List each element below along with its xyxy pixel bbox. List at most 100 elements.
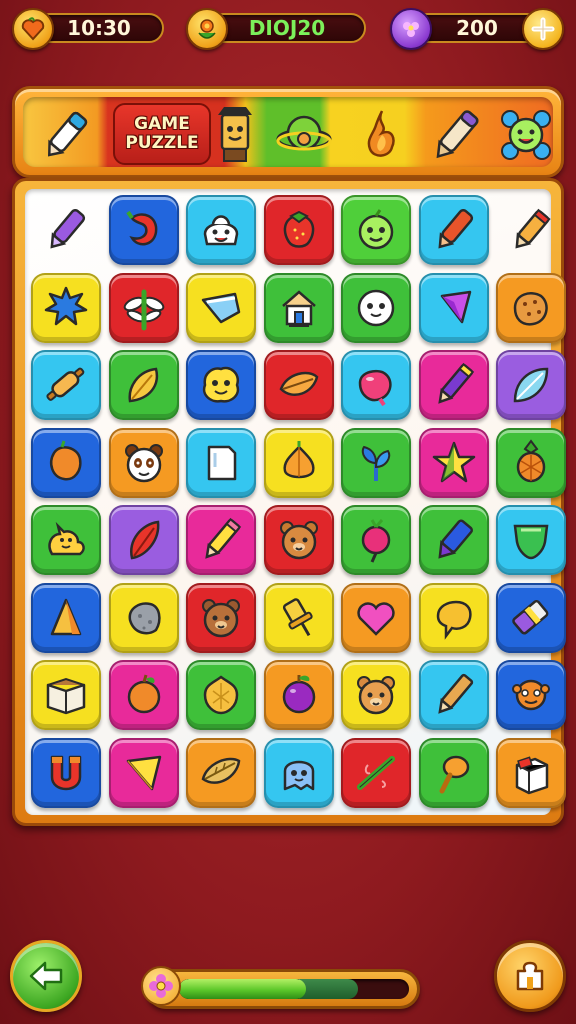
board-tile[interactable] [341,350,411,420]
board-tile[interactable] [186,427,256,498]
panda-face-icon [124,443,163,482]
back-button[interactable] [10,940,82,1012]
board-tile[interactable] [31,195,101,265]
board-tile[interactable] [496,505,566,575]
banner-title: GAME PUZZLE [113,103,211,165]
orange-monster-icon [512,679,550,711]
board-tile[interactable] [186,195,256,265]
board-tile[interactable] [31,427,101,498]
board-tile[interactable] [186,660,256,730]
board-tile[interactable] [341,737,411,808]
blue-splat-icon [44,286,88,325]
board-tile[interactable] [263,427,334,498]
board-tile[interactable] [418,195,489,265]
level-code-display: DIOJ20 [208,13,366,43]
board-tile[interactable] [31,737,101,808]
progress-track [179,979,409,999]
orange-cone-icon [50,598,82,635]
banner-title-line2: PUZZLE [125,133,199,153]
blue-marker-icon [437,519,473,559]
puzzle-button[interactable] [494,940,566,1012]
board-tile[interactable] [108,427,179,498]
board-tile[interactable] [341,582,411,653]
white-box-icon [515,755,549,794]
board-tile[interactable] [263,272,334,343]
purple-marker-icon [50,209,86,249]
board-tile[interactable] [496,737,566,808]
onion-icon [282,440,315,478]
board-tile[interactable] [263,350,334,420]
white-note-icon [207,445,237,480]
purple-pencil-icon [437,362,474,404]
board-tile[interactable] [496,427,566,498]
book-icon [46,677,86,715]
star-icon [432,441,475,482]
game-banner: GAME PUZZLE [12,86,564,178]
board-tile[interactable] [263,505,334,575]
speech-bubble-icon [436,600,472,640]
board-tile[interactable] [496,195,566,265]
board-tile[interactable] [108,505,179,575]
board-tile[interactable] [31,272,101,343]
add-gems-button[interactable] [522,8,564,50]
board-tile[interactable] [263,195,334,265]
orange-spoon-icon [439,755,469,793]
board-tile[interactable] [418,660,489,730]
cookie-icon [513,291,548,326]
puzzle-piece-icon [516,961,544,991]
board-tile[interactable] [341,195,411,265]
board-tile[interactable] [108,195,179,265]
teddy-face-icon [357,676,395,715]
board-tile[interactable] [418,350,489,420]
plum-icon [282,675,315,714]
board-tile[interactable] [418,582,489,653]
radish-icon [361,519,391,563]
strawberry-icon [283,210,314,248]
board-tile[interactable] [496,350,566,420]
yellow-pencil-icon [205,517,242,559]
board-tile[interactable] [186,350,256,420]
board-tile[interactable] [341,505,411,575]
board-tile[interactable] [108,737,179,808]
board-tile[interactable] [31,350,101,420]
level-code-text: DIOJ20 [248,16,326,40]
pink-heart-icon [357,601,395,636]
board-tile[interactable] [186,582,256,653]
board-tile[interactable] [341,427,411,498]
progress-fill [179,979,306,999]
smiling-cream-icon [203,215,239,246]
gem-badge-icon [390,8,432,50]
pineapple-icon [516,438,546,482]
yellow-kite-icon [126,755,161,790]
board-tile[interactable] [418,272,489,343]
board-tile[interactable] [186,505,256,575]
board-tile[interactable] [186,737,256,808]
level-progress [141,966,420,1009]
board-tile[interactable] [341,660,411,730]
board-tile[interactable] [341,272,411,343]
green-shield-icon [513,524,549,560]
board-tile[interactable] [31,505,101,575]
board-tile[interactable] [108,272,179,343]
board-tile[interactable] [108,582,179,653]
banner-brush-face-icon [199,97,269,167]
board-tile[interactable] [263,582,334,653]
board-frame [12,178,566,826]
orange-leaf-icon [279,371,318,396]
board-tile[interactable] [186,272,256,343]
board-tile[interactable] [418,737,489,808]
board-tile[interactable] [31,582,101,653]
banner-title-line1: GAME [134,114,190,134]
board-tile[interactable] [108,660,179,730]
board-tile[interactable] [31,660,101,730]
board-tile[interactable] [418,427,489,498]
board-tile[interactable] [496,582,566,653]
board-tile[interactable] [496,660,566,730]
board-tile[interactable] [418,505,489,575]
board-tile[interactable] [263,660,334,730]
board-tile[interactable] [263,737,334,808]
red-pen-icon [437,209,473,249]
board-tile[interactable] [108,350,179,420]
board-tile[interactable] [496,272,566,343]
flower-badge-icon [186,8,228,50]
